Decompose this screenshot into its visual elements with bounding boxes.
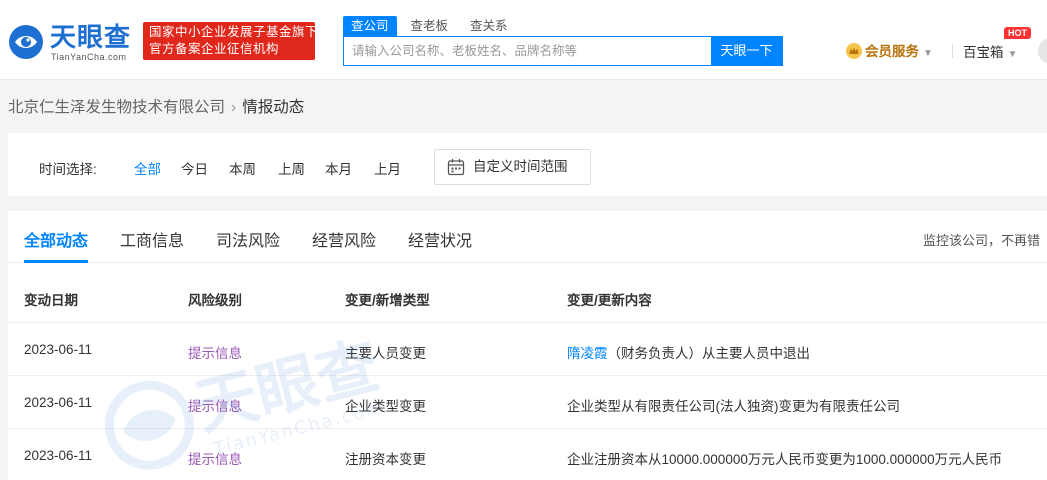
chevron-down-icon: ▼ bbox=[1007, 49, 1018, 60]
row-change-content: 隋凌霞（财务负责人）从主要人员中退出 bbox=[567, 342, 810, 362]
row-risk-level: 提示信息 bbox=[188, 452, 242, 467]
vip-service-menu[interactable]: 会员服务 ▼ bbox=[846, 40, 933, 60]
logo-text: 天眼查 bbox=[50, 22, 132, 52]
search-button[interactable]: 天眼一下 bbox=[711, 37, 782, 65]
chevron-right-icon: › bbox=[231, 99, 237, 116]
toolbox-label: 百宝箱 bbox=[963, 45, 1004, 60]
row-date: 2023-06-11 bbox=[24, 448, 93, 463]
banner-line-2: 官方备案企业征信机构 bbox=[149, 42, 280, 56]
tianyancha-logo[interactable]: 天眼查 TianYanCha.com bbox=[8, 22, 134, 64]
table-row: 2023-06-11 提示信息 注册资本变更 企业注册资本从10000.0000… bbox=[8, 428, 1047, 480]
time-filter-this-month[interactable]: 本月 bbox=[325, 158, 352, 178]
column-header-date: 变动日期 bbox=[24, 293, 78, 308]
active-tab-indicator bbox=[24, 260, 88, 263]
search-tab-company[interactable]: 查公司 bbox=[343, 16, 397, 36]
time-filter-last-week[interactable]: 上周 bbox=[278, 158, 305, 178]
table-row: 2023-06-11 提示信息 企业类型变更 企业类型从有限责任公司(法人独资)… bbox=[8, 375, 1047, 428]
row-change-content-text: （财务负责人）从主要人员中退出 bbox=[607, 346, 811, 361]
header-divider bbox=[952, 44, 953, 58]
table-row: 2023-06-11 提示信息 主要人员变更 隋凌霞（财务负责人）从主要人员中退… bbox=[8, 322, 1047, 375]
tab-judicial-risk[interactable]: 司法风险 bbox=[216, 227, 280, 251]
row-change-content: 企业类型从有限责任公司(法人独资)变更为有限责任公司 bbox=[567, 399, 900, 414]
custom-time-range-label: 自定义时间范围 bbox=[473, 159, 568, 174]
row-change-type: 注册资本变更 bbox=[345, 452, 426, 467]
row-change-content: 企业注册资本从10000.000000万元人民币变更为1000.000000万元… bbox=[567, 452, 1003, 467]
tab-business-info[interactable]: 工商信息 bbox=[120, 227, 184, 251]
tab-all-news[interactable]: 全部动态 bbox=[24, 227, 88, 251]
search-box: 天眼一下 bbox=[343, 36, 783, 66]
search-tab-boss[interactable]: 查老板 bbox=[403, 16, 457, 36]
chevron-down-icon: ▼ bbox=[923, 48, 933, 59]
search-tabs: 查公司 查老板 查关系 bbox=[343, 16, 522, 36]
person-link[interactable]: 隋凌霞 bbox=[567, 346, 608, 361]
row-risk-level: 提示信息 bbox=[188, 399, 242, 414]
row-date: 2023-06-11 bbox=[24, 342, 93, 357]
search-input[interactable] bbox=[344, 37, 711, 65]
time-filter-label: 时间选择: bbox=[39, 162, 97, 177]
time-filter-this-week[interactable]: 本周 bbox=[229, 158, 256, 178]
time-filter-panel: 时间选择: 全部 今日 本周 上周 本月 上月 自定义时间范围 bbox=[8, 133, 1047, 196]
hot-badge: HOT bbox=[1004, 27, 1031, 39]
time-filter-today[interactable]: 今日 bbox=[181, 158, 208, 178]
time-filter-all[interactable]: 全部 bbox=[134, 158, 161, 178]
avatar[interactable] bbox=[1038, 38, 1047, 64]
row-change-type: 主要人员变更 bbox=[345, 346, 426, 361]
monitor-company-link[interactable]: 监控该公司，不再错 bbox=[923, 230, 1040, 249]
row-date: 2023-06-11 bbox=[24, 395, 93, 410]
logo-domain: TianYanCha.com bbox=[51, 52, 127, 62]
vip-service-label: 会员服务 bbox=[865, 44, 919, 59]
column-header-change-content: 变更/更新内容 bbox=[567, 293, 652, 308]
tab-operating-status[interactable]: 经营状况 bbox=[408, 227, 472, 251]
column-header-change-type: 变更/新增类型 bbox=[345, 293, 430, 308]
crown-icon bbox=[846, 43, 862, 59]
breadcrumb-company-link[interactable]: 北京仁生泽发生物技术有限公司 bbox=[8, 99, 225, 116]
time-filter-last-month[interactable]: 上月 bbox=[374, 158, 401, 178]
breadcrumb: 北京仁生泽发生物技术有限公司 › 情报动态 bbox=[8, 95, 304, 117]
logo-icon bbox=[9, 25, 43, 59]
breadcrumb-current: 情报动态 bbox=[242, 99, 305, 116]
top-header: 天眼查 TianYanCha.com 国家中小企业发展子基金旗下 官方备案企业征… bbox=[0, 0, 1047, 80]
column-header-risk-level: 风险级别 bbox=[188, 293, 242, 308]
official-banner[interactable]: 国家中小企业发展子基金旗下 官方备案企业征信机构 bbox=[143, 22, 315, 60]
tab-operating-risk[interactable]: 经营风险 bbox=[312, 227, 376, 251]
custom-time-range-button[interactable]: 自定义时间范围 bbox=[434, 149, 591, 185]
category-tabs: 全部动态 工商信息 司法风险 经营风险 经营状况 监控该公司，不再错 bbox=[8, 211, 1047, 263]
row-risk-level: 提示信息 bbox=[188, 346, 242, 361]
banner-line-1: 国家中小企业发展子基金旗下 bbox=[149, 25, 315, 39]
news-panel: 全部动态 工商信息 司法风险 经营风险 经营状况 监控该公司，不再错 变动日期 … bbox=[8, 211, 1047, 480]
row-change-type: 企业类型变更 bbox=[345, 399, 426, 414]
calendar-icon bbox=[447, 159, 465, 176]
search-tab-relation[interactable]: 查关系 bbox=[462, 16, 516, 36]
toolbox-menu[interactable]: 百宝箱 ▼ bbox=[963, 41, 1017, 61]
